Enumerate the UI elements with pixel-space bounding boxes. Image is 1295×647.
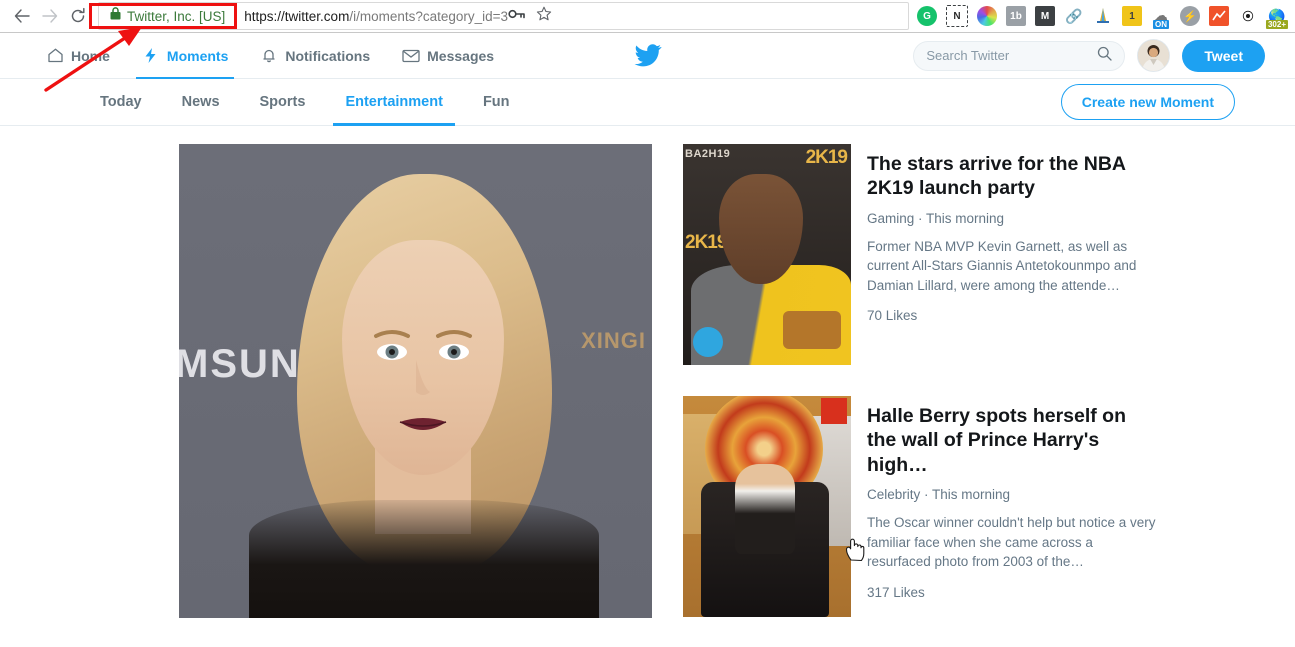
- lock-icon: [110, 7, 121, 25]
- twitter-navbar: Home Moments Notifications Messages Sear…: [0, 33, 1295, 79]
- reload-button[interactable]: [64, 2, 92, 30]
- hero-backdrop-text-right: XINGI: [581, 328, 646, 353]
- tab-entertainment[interactable]: Entertainment: [325, 79, 463, 126]
- moment-text-block: Halle Berry spots herself on the wall of…: [867, 396, 1157, 617]
- site-security-badge[interactable]: Twitter, Inc. [US]: [99, 3, 236, 29]
- nav-label-notifications: Notifications: [285, 47, 371, 64]
- url-path: /i/moments?category_id=3: [349, 8, 509, 24]
- tab-news[interactable]: News: [162, 79, 240, 126]
- category-tabs: Today News Sports Entertainment Fun Crea…: [0, 79, 1295, 126]
- tab-sports[interactable]: Sports: [240, 79, 326, 126]
- nav-item-notifications[interactable]: Notifications: [244, 33, 386, 79]
- proxy-switch-extension-icon[interactable]: ☁ ON: [1151, 6, 1171, 29]
- hero-backdrop-text-left: MSUN: [179, 342, 301, 386]
- link-clump-extension-icon[interactable]: 🔗: [1064, 6, 1084, 26]
- key-icon[interactable]: [508, 7, 526, 26]
- moment-likes-count: 317 Likes: [867, 584, 925, 600]
- browser-toolbar: Twitter, Inc. [US] https://twitter.com/i…: [0, 0, 1295, 33]
- analytics-tower-extension-icon[interactable]: [1093, 6, 1113, 26]
- color-picker-extension-icon[interactable]: [977, 6, 997, 26]
- grammarly-extension-icon[interactable]: G: [917, 6, 937, 26]
- moments-content: MSUN XINGI BA2H19 2K19 2K19 The stars ar…: [0, 126, 1295, 618]
- bookmark-star-icon[interactable]: [536, 6, 552, 27]
- moment-thumbnail-harry[interactable]: [683, 396, 851, 617]
- url-text[interactable]: https://twitter.com/i/moments?category_i…: [235, 9, 508, 24]
- tab-today[interactable]: Today: [80, 79, 162, 126]
- proxy-status-badge: ON: [1153, 20, 1169, 29]
- hero-subject-face: [342, 240, 504, 475]
- moment-title[interactable]: Halle Berry spots herself on the wall of…: [867, 404, 1157, 477]
- security-label: Twitter, Inc. [US]: [127, 8, 226, 24]
- globe-counter-badge: 302+: [1265, 20, 1289, 29]
- address-bar[interactable]: Twitter, Inc. [US] https://twitter.com/i…: [98, 2, 909, 30]
- nba-microphone: [693, 327, 723, 357]
- lightning-bolt-icon: [142, 47, 160, 65]
- moment-description: Former NBA MVP Kevin Garnett, as well as…: [867, 238, 1137, 293]
- globe-counter-extension-icon[interactable]: 🌎 302+: [1265, 6, 1289, 29]
- onebox-extension-icon[interactable]: 1b: [1006, 6, 1026, 26]
- moment-likes-count: 70 Likes: [867, 308, 918, 324]
- mailtrack-extension-icon[interactable]: M: [1035, 6, 1055, 26]
- avatar[interactable]: [1137, 39, 1171, 72]
- nav-label-moments: Moments: [166, 47, 229, 64]
- nav-item-messages[interactable]: Messages: [386, 33, 510, 79]
- nav-label-messages: Messages: [427, 47, 495, 64]
- moment-card[interactable]: BA2H19 2K19 2K19 The stars arrive for th…: [683, 144, 1157, 365]
- moment-title[interactable]: The stars arrive for the NBA 2K19 launch…: [867, 152, 1157, 201]
- nav-right-group: Search Twitter Tweet: [913, 39, 1265, 72]
- home-icon: [46, 47, 64, 65]
- envelope-icon: [402, 47, 420, 65]
- tweet-button[interactable]: Tweet: [1182, 39, 1265, 72]
- tab-fun[interactable]: Fun: [463, 79, 530, 126]
- search-icon[interactable]: [1097, 46, 1113, 66]
- nba-backdrop-text-tr: 2K19: [805, 147, 848, 168]
- eye-extension-icon[interactable]: ⦿: [1238, 6, 1258, 26]
- moment-card[interactable]: Halle Berry spots herself on the wall of…: [683, 396, 1157, 617]
- nba-shirt-logo: [783, 311, 841, 349]
- moment-description: The Oscar winner couldn't help but notic…: [867, 515, 1156, 570]
- chart-extension-icon[interactable]: [1209, 6, 1229, 26]
- hero-subject-body: [249, 500, 599, 618]
- bell-icon: [260, 47, 278, 65]
- forward-button[interactable]: [36, 2, 64, 30]
- harry-subject: [735, 464, 795, 554]
- create-new-moment-button[interactable]: Create new Moment: [1060, 84, 1235, 120]
- featured-moment-image[interactable]: MSUN XINGI: [179, 144, 652, 618]
- extension-icons-bar: G N 1b M 🔗 1 ☁ ON ⚡ ⦿ 🌎 302+: [913, 5, 1289, 29]
- moment-meta: Celebrity · This morning: [867, 487, 1011, 503]
- evernote-web-clipper-icon[interactable]: N: [946, 5, 968, 27]
- nba-backdrop-text-tl: BA2H19: [685, 148, 731, 160]
- primary-nav: Home Moments Notifications Messages: [30, 33, 510, 79]
- lightning-extension-icon[interactable]: ⚡: [1180, 6, 1200, 26]
- moment-meta: Gaming · This morning: [867, 210, 1005, 226]
- nav-label-home: Home: [71, 47, 110, 64]
- nav-item-moments[interactable]: Moments: [126, 33, 244, 79]
- notes-tag-extension-icon[interactable]: 1: [1122, 6, 1142, 26]
- moment-thumbnail-nba[interactable]: BA2H19 2K19 2K19: [683, 144, 851, 365]
- twitter-bird-logo[interactable]: [634, 44, 661, 67]
- search-placeholder: Search Twitter: [926, 48, 1010, 63]
- url-origin: https://twitter.com: [244, 8, 350, 24]
- nav-item-home[interactable]: Home: [30, 33, 126, 79]
- moments-list: BA2H19 2K19 2K19 The stars arrive for th…: [683, 144, 1157, 618]
- back-button[interactable]: [8, 2, 36, 30]
- harry-red-panel: [821, 398, 847, 424]
- moment-text-block: The stars arrive for the NBA 2K19 launch…: [867, 144, 1157, 365]
- search-input[interactable]: Search Twitter: [913, 40, 1126, 71]
- omnibox-actions: [508, 6, 562, 27]
